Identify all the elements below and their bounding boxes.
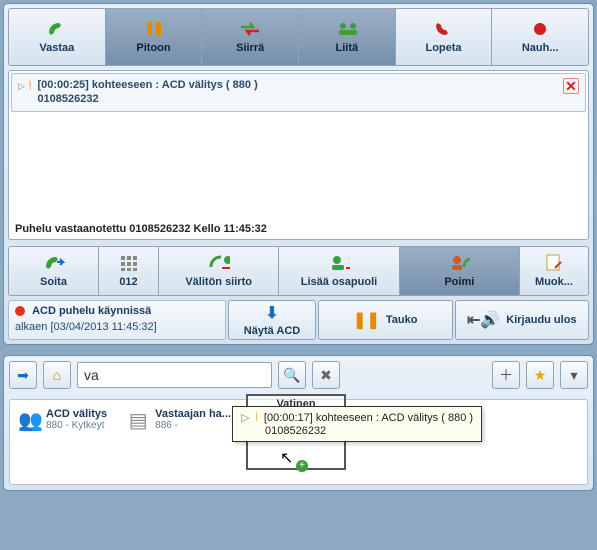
edit-button[interactable]: Muok... xyxy=(520,247,588,295)
wave-icon: ⦚ xyxy=(256,412,258,424)
phone-end-icon xyxy=(433,20,455,38)
pick-label: Poimi xyxy=(444,276,474,288)
answer-button[interactable]: Vastaa xyxy=(9,9,106,65)
cursor-icon: ↖ xyxy=(280,448,293,468)
call-line1: [00:00:25] kohteeseen : ACD välitys ( 88… xyxy=(37,78,563,92)
end-button[interactable]: Lopeta xyxy=(396,9,493,65)
drop-plus-icon: + xyxy=(296,460,308,472)
join-label: Liitä xyxy=(336,42,359,54)
logout-button[interactable]: ⇤🔊 Kirjaudu ulos xyxy=(455,300,590,340)
contact-name: Vastaajan ha... xyxy=(155,408,231,420)
pause-label: Tauko xyxy=(386,314,418,326)
transfer-icon xyxy=(239,20,261,38)
home-icon: ⌂ xyxy=(53,367,61,383)
add-party-icon: + xyxy=(328,254,350,272)
menu-button[interactable]: ▾ xyxy=(560,361,588,389)
search-row: ➡ ⌂ 🔍 ✖ ＋ ★ ▾ xyxy=(9,361,588,389)
down-arrow-icon: ⬇ xyxy=(265,303,278,323)
contact-item[interactable]: 👥 ACD välitys 880 - Kytkeyt xyxy=(18,408,107,476)
pause-button[interactable]: ❚❚ Tauko xyxy=(318,300,453,340)
join-button[interactable]: Liitä xyxy=(299,9,396,65)
record-button[interactable]: Nauh... xyxy=(492,9,588,65)
status-led-icon xyxy=(15,306,25,316)
call-control-panel: Vastaa Pitoon Siirrä Liitä Lopeta xyxy=(3,3,594,345)
group-icon: 👥 xyxy=(18,408,40,433)
arrow-right-icon: ➡ xyxy=(17,367,29,384)
acd-bar: ACD puhelu käynnissä alkaen [03/04/2013 … xyxy=(8,300,589,340)
plus-icon: ＋ xyxy=(499,365,513,385)
tooltip-line2: 0108526232 xyxy=(265,425,326,437)
main-toolbar: Vastaa Pitoon Siirrä Liitä Lopeta xyxy=(8,8,589,66)
play-icon: ▷ xyxy=(18,81,25,92)
dial-button[interactable]: Soita xyxy=(9,247,99,295)
answer-label: Vastaa xyxy=(39,42,74,54)
play-icon: ▷ xyxy=(241,412,249,424)
pause-icon xyxy=(143,20,165,38)
svg-text:+: + xyxy=(348,254,350,265)
show-acd-label: Näytä ACD xyxy=(244,325,300,337)
home-button[interactable]: ⌂ xyxy=(43,361,71,389)
clear-button[interactable]: ✖ xyxy=(312,361,340,389)
favorite-button[interactable]: ★ xyxy=(526,361,554,389)
pick-icon xyxy=(448,254,470,272)
star-icon: ★ xyxy=(534,367,547,384)
call-line2: 0108526232 xyxy=(37,92,563,106)
logout-icon: ⇤🔊 xyxy=(467,310,500,330)
edit-label: Muok... xyxy=(535,276,573,288)
transfer-button[interactable]: Siirrä xyxy=(202,9,299,65)
chevron-down-icon: ▾ xyxy=(570,367,577,384)
search-button[interactable]: 🔍 xyxy=(278,361,306,389)
search-input[interactable] xyxy=(77,362,272,388)
add-party-button[interactable]: + Lisää osapuoli xyxy=(279,247,399,295)
phone-answer-icon xyxy=(46,20,68,38)
call-status: Puhelu vastaanotettu 0108526232 Kello 11… xyxy=(15,223,267,235)
keypad-icon xyxy=(118,254,140,272)
logout-label: Kirjaudu ulos xyxy=(506,314,576,326)
transfer-label: Siirrä xyxy=(236,42,264,54)
call-list: ▷ ⦚ [00:00:25] kohteeseen : ACD välitys … xyxy=(8,70,589,240)
instant-transfer-button[interactable]: Välitön siirto xyxy=(159,247,279,295)
hold-label: Pitoon xyxy=(136,42,170,54)
edit-icon xyxy=(543,254,565,272)
search-panel: ➡ ⌂ 🔍 ✖ ＋ ★ ▾ 👥 ACD välitys 880 - Kytkey… xyxy=(3,355,594,491)
action-toolbar: Soita 012 Välitön siirto + Lisää osapuol… xyxy=(8,246,589,296)
dial-icon xyxy=(43,254,65,272)
show-acd-button[interactable]: ⬇ Näytä ACD xyxy=(228,300,316,340)
keypad-button[interactable]: 012 xyxy=(99,247,159,295)
record-icon xyxy=(529,20,551,38)
close-icon: ✖ xyxy=(320,367,332,384)
record-label: Nauh... xyxy=(522,42,559,54)
pick-button[interactable]: Poimi xyxy=(400,247,520,295)
acd-status: ACD puhelu käynnissä alkaen [03/04/2013 … xyxy=(8,300,226,340)
end-label: Lopeta xyxy=(425,42,461,54)
contact-sub: 880 - Kytkeyt xyxy=(46,420,107,431)
tooltip-line1: [00:00:17] kohteeseen : ACD välitys ( 88… xyxy=(264,412,473,424)
contact-name: ACD välitys xyxy=(46,408,107,420)
contacts-list: 👥 ACD välitys 880 - Kytkeyt ▤ Vastaajan … xyxy=(9,399,588,485)
wave-icon: ⦚ xyxy=(29,79,32,94)
hold-button[interactable]: Pitoon xyxy=(106,9,203,65)
search-icon: 🔍 xyxy=(283,367,300,384)
dial-label: Soita xyxy=(40,276,67,288)
group-icon xyxy=(336,20,358,38)
drag-tooltip: ▷ ⦚ [00:00:17] kohteeseen : ACD välitys … xyxy=(232,406,482,442)
forward-button[interactable]: ➡ xyxy=(9,361,37,389)
add-party-label: Lisää osapuoli xyxy=(301,276,377,288)
voicemail-icon: ▤ xyxy=(127,408,149,433)
call-row[interactable]: ▷ ⦚ [00:00:25] kohteeseen : ACD välitys … xyxy=(11,73,586,112)
instant-transfer-label: Välitön siirto xyxy=(185,276,252,288)
acd-title: ACD puhelu käynnissä xyxy=(32,305,151,317)
keypad-label: 012 xyxy=(119,276,137,288)
call-text: [00:00:25] kohteeseen : ACD välitys ( 88… xyxy=(37,78,563,107)
instant-transfer-icon xyxy=(208,254,230,272)
add-button[interactable]: ＋ xyxy=(492,361,520,389)
close-call-button[interactable]: ✕ xyxy=(563,78,579,94)
contact-item[interactable]: ▤ Vastaajan ha... 886 - xyxy=(127,408,231,476)
pause-icon: ❚❚ xyxy=(353,310,380,330)
acd-since: alkaen [03/04/2013 11:45:32] xyxy=(15,321,219,333)
contact-sub: 886 - xyxy=(155,420,231,431)
